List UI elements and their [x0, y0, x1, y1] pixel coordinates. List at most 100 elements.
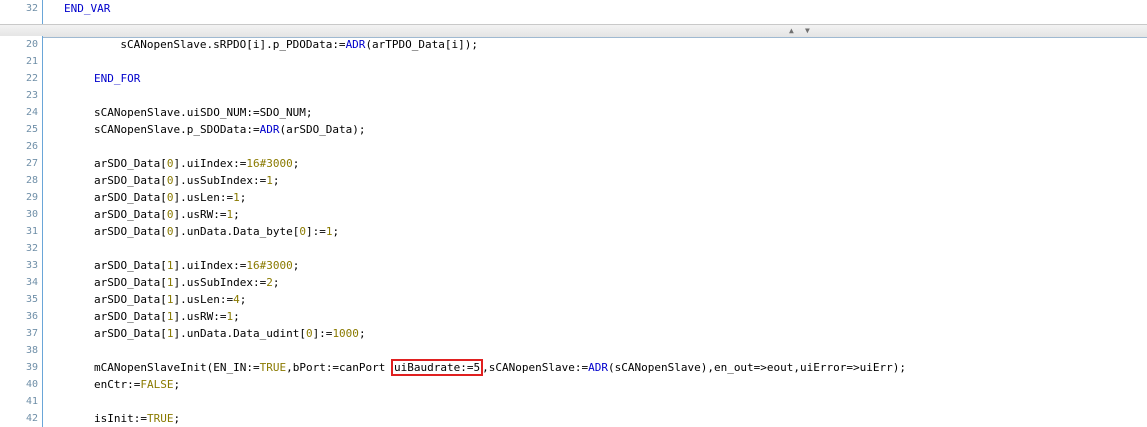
line-number: 24	[25, 107, 38, 118]
code-line[interactable]: arSDO_Data[0].usLen:=1;	[94, 189, 246, 206]
line-number: 40	[25, 379, 38, 390]
code-token: ADR	[588, 361, 608, 374]
code-token: ;	[233, 310, 240, 323]
code-token: ;	[332, 225, 340, 238]
code-token: ].usLen:=	[173, 293, 234, 306]
code-line[interactable]: sCANopenSlave.uiSDO_NUM:=SDO_NUM;	[94, 104, 313, 121]
code-line[interactable]: sCANopenSlave.sRPDO[i].p_PDOData:=ADR(ar…	[120, 36, 478, 53]
code-token: ]:=	[312, 327, 333, 340]
code-row[interactable]: 31 arSDO_Data[0].unData.Data_byte[0]:=1;	[0, 223, 1147, 240]
code-token: TRUE	[146, 412, 174, 425]
code-line[interactable]: arSDO_Data[1].usRW:=1;	[94, 308, 240, 325]
code-line[interactable]: arSDO_Data[1].uiIndex:=16#3000;	[94, 257, 299, 274]
code-token: arSDO_Data[	[94, 327, 167, 340]
code-row[interactable]: 22 END_FOR	[0, 70, 1147, 87]
code-token: arSDO_Data[	[94, 293, 167, 306]
code-row[interactable]: 39 mCANopenSlaveInit(EN_IN:=TRUE,bPort:=c…	[0, 359, 1147, 376]
code-token: 16#3000	[246, 157, 293, 170]
code-line[interactable]: mCANopenSlaveInit(EN_IN:=TRUE,bPort:=can…	[94, 359, 906, 376]
line-number: 35	[25, 294, 38, 305]
code-row[interactable]: 25 sCANopenSlave.p_SDOData:=ADR(arSDO_Dat…	[0, 121, 1147, 138]
code-token: sCANopenSlave.p_SDOData:=	[94, 123, 260, 136]
code-token: isInit:=	[94, 412, 147, 425]
code-row[interactable]: 36 arSDO_Data[1].usRW:=1;	[0, 308, 1147, 325]
code-token: sCANopenSlave.uiSDO_NUM:=SDO_NUM;	[94, 106, 313, 119]
code-row[interactable]: 27 arSDO_Data[0].uiIndex:=16#3000;	[0, 155, 1147, 172]
code-line[interactable]: END_FOR	[94, 70, 140, 87]
code-token: ;	[272, 276, 280, 289]
code-token: mCANopenSlaveInit(EN_IN:=	[94, 361, 260, 374]
code-row[interactable]: 23	[0, 87, 1147, 104]
code-token: arSDO_Data[	[94, 310, 167, 323]
code-row[interactable]: 38	[0, 342, 1147, 359]
code-row[interactable]: 29 arSDO_Data[0].usLen:=1;	[0, 189, 1147, 206]
code-token: arSDO_Data[	[94, 259, 167, 272]
line-number: 23	[25, 90, 38, 101]
code-row[interactable]: 24 sCANopenSlave.uiSDO_NUM:=SDO_NUM;	[0, 104, 1147, 121]
code-row[interactable]: 28 arSDO_Data[0].usSubIndex:=1;	[0, 172, 1147, 189]
code-line[interactable]: isInit:=TRUE;	[94, 410, 180, 427]
line-number: 22	[25, 73, 38, 84]
code-token: ;	[239, 191, 247, 204]
code-token: (sCANopenSlave),en_out=>eout,uiError=>ui…	[607, 361, 906, 374]
code-line[interactable]: arSDO_Data[0].uiIndex:=16#3000;	[94, 155, 299, 172]
code-token: ]:=	[305, 225, 326, 238]
code-token: ;	[233, 208, 240, 221]
code-line[interactable]: sCANopenSlave.p_SDOData:=ADR(arSDO_Data)…	[94, 121, 366, 138]
line-number: 28	[25, 175, 38, 186]
code-token: ].usLen:=	[173, 191, 234, 204]
code-token: arSDO_Data[	[94, 208, 167, 221]
code-token: (arTPDO_Data[i]);	[365, 38, 479, 51]
code-token: arSDO_Data[	[94, 157, 167, 170]
line-number: 41	[25, 396, 38, 407]
code-row[interactable]: 37 arSDO_Data[1].unData.Data_udint[0]:=10…	[0, 325, 1147, 342]
code-token: arSDO_Data[	[94, 191, 167, 204]
code-row[interactable]: 41	[0, 393, 1147, 410]
code-token: ADR	[259, 123, 280, 136]
code-token: ;	[272, 174, 280, 187]
chevron-down-icon[interactable]: ▼	[805, 27, 810, 35]
code-row[interactable]: 35 arSDO_Data[1].usLen:=4;	[0, 291, 1147, 308]
code-token: 0	[305, 327, 313, 340]
code-token: ,sCANopenSlave:=	[482, 361, 589, 374]
code-line[interactable]: arSDO_Data[0].usSubIndex:=1;	[94, 172, 279, 189]
code-token: ;	[173, 378, 181, 391]
code-token: ].usRW:=	[173, 208, 227, 221]
code-token: FALSE	[140, 378, 174, 391]
code-row[interactable]: 26	[0, 138, 1147, 155]
code-token: 16#3000	[246, 259, 293, 272]
code-line[interactable]: arSDO_Data[0].usRW:=1;	[94, 206, 240, 223]
code-line[interactable]: arSDO_Data[1].usLen:=4;	[94, 291, 246, 308]
line-number: 32	[25, 3, 38, 14]
code-line[interactable]: enCtr:=FALSE;	[94, 376, 180, 393]
code-row[interactable]: 30 arSDO_Data[0].usRW:=1;	[0, 206, 1147, 223]
code-token: ].unData.Data_udint[	[173, 327, 306, 340]
chevron-up-icon[interactable]: ▲	[789, 27, 794, 35]
code-token: ;	[239, 293, 247, 306]
top-editor-pane[interactable]: 32 END_VAR	[0, 0, 1147, 24]
code-line[interactable]: arSDO_Data[1].usSubIndex:=2;	[94, 274, 279, 291]
line-number: 21	[25, 56, 38, 67]
line-number: 27	[25, 158, 38, 169]
code-token: ;	[358, 327, 366, 340]
code-token: ].usRW:=	[173, 310, 227, 323]
line-number: 42	[25, 413, 38, 424]
code-line[interactable]: arSDO_Data[0].unData.Data_byte[0]:=1;	[94, 223, 339, 240]
code-row[interactable]: 42 isInit:=TRUE;	[0, 410, 1147, 427]
code-token: 1	[233, 191, 240, 204]
code-row[interactable]: 40 enCtr:=FALSE;	[0, 376, 1147, 393]
line-number: 29	[25, 192, 38, 203]
code-row[interactable]: 32	[0, 240, 1147, 257]
code-token: 1	[266, 174, 273, 187]
code-row[interactable]: 34 arSDO_Data[1].usSubIndex:=2;	[0, 274, 1147, 291]
code-token: ADR	[345, 38, 366, 51]
line-number: 31	[25, 226, 38, 237]
code-token: 4	[233, 293, 240, 306]
code-line[interactable]: arSDO_Data[1].unData.Data_udint[0]:=1000…	[94, 325, 366, 342]
code-line[interactable]: END_VAR	[64, 2, 110, 15]
code-editor-pane[interactable]: 20 sCANopenSlave.sRPDO[i].p_PDOData:=ADR(…	[0, 36, 1147, 427]
code-row[interactable]: 21	[0, 53, 1147, 70]
code-row[interactable]: 33 arSDO_Data[1].uiIndex:=16#3000;	[0, 257, 1147, 274]
code-row[interactable]: 20 sCANopenSlave.sRPDO[i].p_PDOData:=ADR(…	[0, 36, 1147, 53]
code-token: ].uiIndex:=	[173, 259, 247, 272]
